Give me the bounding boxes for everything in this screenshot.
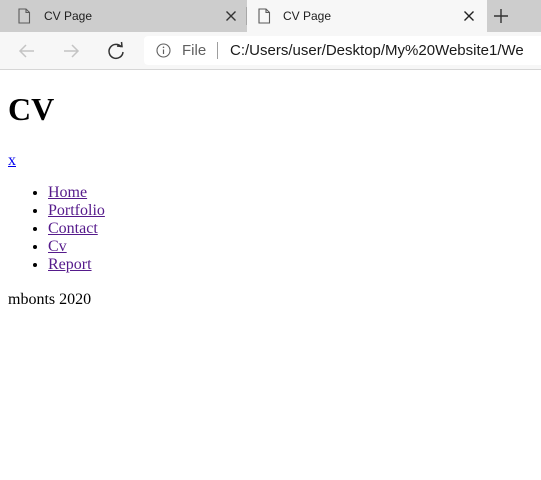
nav-link-cv[interactable]: Cv xyxy=(48,238,67,255)
list-item: Report xyxy=(48,256,105,274)
list-item: Portfolio xyxy=(48,202,105,220)
tab-title: CV Page xyxy=(283,9,332,23)
close-icon[interactable] xyxy=(463,10,475,22)
nav-list: Home Portfolio Contact Cv Report xyxy=(0,184,105,274)
page-icon xyxy=(258,8,271,24)
browser-toolbar: File C:/Users/user/Desktop/My%20Website1… xyxy=(0,32,541,70)
list-item: Cv xyxy=(48,238,105,256)
tab-title: CV Page xyxy=(44,9,93,23)
tab-inactive[interactable]: CV Page xyxy=(0,0,246,32)
plus-icon[interactable] xyxy=(492,7,510,25)
tab-strip: CV Page CV Page xyxy=(0,0,541,32)
url-field[interactable]: C:/Users/user/Desktop/My%20Website1/We xyxy=(230,42,524,59)
footer-text: mbonts 2020 xyxy=(8,291,92,308)
nav-link-home[interactable]: Home xyxy=(48,184,87,201)
close-link[interactable]: x xyxy=(8,151,16,170)
nav-link-report[interactable]: Report xyxy=(48,256,92,273)
address-bar[interactable]: File C:/Users/user/Desktop/My%20Website1… xyxy=(144,36,541,65)
nav-link-portfolio[interactable]: Portfolio xyxy=(48,202,105,219)
scheme-label: File xyxy=(182,42,207,59)
refresh-icon[interactable] xyxy=(106,41,126,61)
page-content: CV x Home Portfolio Contact Cv Report mb… xyxy=(0,71,541,480)
nav-link-contact[interactable]: Contact xyxy=(48,220,98,237)
page-title: CV xyxy=(8,91,55,127)
arrow-right-icon[interactable] xyxy=(61,41,81,61)
info-icon[interactable] xyxy=(156,43,171,58)
page-icon xyxy=(18,8,31,24)
address-divider xyxy=(217,42,218,59)
tab-active[interactable]: CV Page xyxy=(247,0,487,32)
arrow-left-icon[interactable] xyxy=(17,41,37,61)
list-item: Home xyxy=(48,184,105,202)
list-item: Contact xyxy=(48,220,105,238)
close-icon[interactable] xyxy=(225,10,237,22)
